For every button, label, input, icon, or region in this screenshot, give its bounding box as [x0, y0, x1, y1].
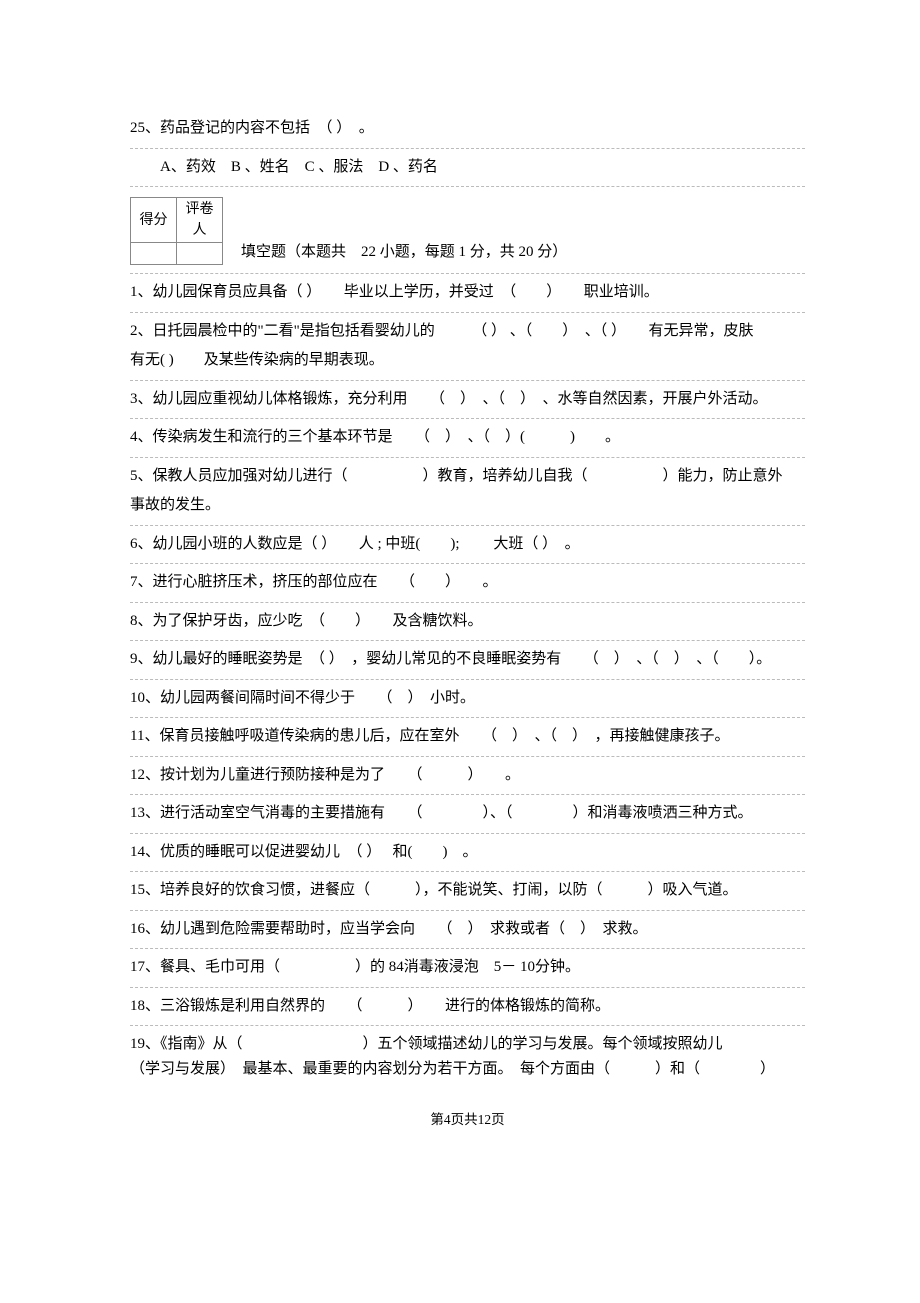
item-text: 6、幼儿园小班的人数应是（ ） 人 ; 中班( ); 大班（ ） 。	[130, 536, 580, 552]
item-text: （学习与发展） 最基本、最重要的内容划分为若干方面。 每个方面由（ ）和（ ）	[130, 1061, 775, 1077]
fill-item-10: 10、幼儿园两餐间隔时间不得少于 （ ） 小时。	[130, 680, 805, 719]
fill-item-2-line2: 有无( ) 及某些传染病的早期表现。	[130, 342, 805, 381]
item-text: 18、三浴锻炼是利用自然界的 （ ） 进行的体格锻炼的简称。	[130, 998, 610, 1014]
fill-item-7: 7、进行心脏挤压术，挤压的部位应在 （ ） 。	[130, 564, 805, 603]
item-text: 有无( ) 及某些传染病的早期表现。	[130, 352, 384, 368]
fill-item-17: 17、餐具、毛巾可用（ ）的 84消毒液浸泡 5－ 10分钟。	[130, 949, 805, 988]
question-25-text: 25、药品登记的内容不包括 （ ） 。	[130, 120, 374, 136]
fill-item-2-line1: 2、日托园晨检中的"二看"是指包括看婴幼儿的 （ ） 、（ ） 、（ ） 有无异…	[130, 313, 805, 343]
item-text: 1、幼儿园保育员应具备（ ） 毕业以上学历，并受过 （ ） 职业培训。	[130, 284, 659, 300]
item-text: 9、幼儿最好的睡眠姿势是 （ ） ，婴幼儿常见的不良睡眠姿势有 （ ） 、（ ）…	[130, 651, 771, 667]
fill-item-11: 11、保育员接触呼吸道传染病的患儿后，应在室外 （ ） 、（ ） ，再接触健康孩…	[130, 718, 805, 757]
fill-item-9: 9、幼儿最好的睡眠姿势是 （ ） ，婴幼儿常见的不良睡眠姿势有 （ ） 、（ ）…	[130, 641, 805, 680]
fill-item-18: 18、三浴锻炼是利用自然界的 （ ） 进行的体格锻炼的简称。	[130, 988, 805, 1027]
section-header-fill-blank: 得分 评卷人 填空题（本题共 22 小题，每题 1 分，共 20 分）	[130, 187, 805, 274]
fill-item-19-line1: 19、《指南》从（ ）五个领域描述幼儿的学习与发展。每个领域按照幼儿	[130, 1026, 805, 1056]
item-text: 7、进行心脏挤压术，挤压的部位应在 （ ） 。	[130, 574, 498, 590]
question-25-options: A、药效 B 、姓名 C 、服法 D 、药名	[130, 149, 805, 188]
fill-item-4: 4、传染病发生和流行的三个基本环节是 （ ） 、（ ）( ) 。	[130, 419, 805, 458]
item-text: 10、幼儿园两餐间隔时间不得少于 （ ） 小时。	[130, 690, 475, 706]
fill-item-16: 16、幼儿遇到危险需要帮助时，应当学会向 （ ） 求救或者（ ） 求救。	[130, 911, 805, 950]
item-text: 4、传染病发生和流行的三个基本环节是 （ ） 、（ ）( ) 。	[130, 429, 620, 445]
fill-item-5-line1: 5、保教人员应加强对幼儿进行（ ）教育，培养幼儿自我（ ）能力，防止意外	[130, 458, 805, 488]
score-cell-grader	[177, 243, 223, 265]
item-text: 15、培养良好的饮食习惯，进餐应（ ），不能说笑、打闹，以防（ ）吸入气道。	[130, 882, 738, 898]
item-text: 事故的发生。	[130, 497, 220, 513]
item-text: 8、为了保护牙齿，应少吃 （ ） 及含糖饮料。	[130, 613, 483, 629]
fill-item-12: 12、按计划为儿童进行预防接种是为了 （ ） 。	[130, 757, 805, 796]
question-25-options-text: A、药效 B 、姓名 C 、服法 D 、药名	[160, 159, 438, 175]
fill-item-1: 1、幼儿园保育员应具备（ ） 毕业以上学历，并受过 （ ） 职业培训。	[130, 274, 805, 313]
score-header-score: 得分	[131, 198, 177, 243]
fill-item-5-line2: 事故的发生。	[130, 487, 805, 526]
fill-item-8: 8、为了保护牙齿，应少吃 （ ） 及含糖饮料。	[130, 603, 805, 642]
fill-item-3: 3、幼儿园应重视幼儿体格锻炼，充分利用 （ ） 、（ ） 、水等自然因素，开展户…	[130, 381, 805, 420]
item-text: 17、餐具、毛巾可用（ ）的 84消毒液浸泡 5－ 10分钟。	[130, 959, 580, 975]
score-header-grader: 评卷人	[177, 198, 223, 243]
score-table: 得分 评卷人	[130, 197, 223, 265]
section-title: 填空题（本题共 22 小题，每题 1 分，共 20 分）	[241, 241, 567, 266]
item-text: 2、日托园晨检中的"二看"是指包括看婴幼儿的 （ ） 、（ ） 、（ ） 有无异…	[130, 323, 754, 339]
item-text: 13、进行活动室空气消毒的主要措施有 （ ）、（ ）和消毒液喷洒三种方式。	[130, 805, 753, 821]
fill-item-15: 15、培养良好的饮食习惯，进餐应（ ），不能说笑、打闹，以防（ ）吸入气道。	[130, 872, 805, 911]
item-text: 11、保育员接触呼吸道传染病的患儿后，应在室外 （ ） 、（ ） ，再接触健康孩…	[130, 728, 729, 744]
question-25: 25、药品登记的内容不包括 （ ） 。	[130, 110, 805, 149]
page-footer: 第4页共12页	[130, 1110, 805, 1130]
item-text: 14、优质的睡眠可以促进婴幼儿 （ ） 和( ) 。	[130, 844, 478, 860]
item-text: 16、幼儿遇到危险需要帮助时，应当学会向 （ ） 求救或者（ ） 求救。	[130, 921, 648, 937]
item-text: 12、按计划为儿童进行预防接种是为了 （ ） 。	[130, 767, 520, 783]
score-cell-score	[131, 243, 177, 265]
fill-item-6: 6、幼儿园小班的人数应是（ ） 人 ; 中班( ); 大班（ ） 。	[130, 526, 805, 565]
item-text: 19、《指南》从（ ）五个领域描述幼儿的学习与发展。每个领域按照幼儿	[130, 1036, 723, 1052]
fill-item-13: 13、进行活动室空气消毒的主要措施有 （ ）、（ ）和消毒液喷洒三种方式。	[130, 795, 805, 834]
fill-item-14: 14、优质的睡眠可以促进婴幼儿 （ ） 和( ) 。	[130, 834, 805, 873]
item-text: 3、幼儿园应重视幼儿体格锻炼，充分利用 （ ） 、（ ） 、水等自然因素，开展户…	[130, 391, 768, 407]
item-text: 5、保教人员应加强对幼儿进行（ ）教育，培养幼儿自我（ ）能力，防止意外	[130, 468, 783, 484]
fill-item-19-line2: （学习与发展） 最基本、最重要的内容划分为若干方面。 每个方面由（ ）和（ ）	[130, 1056, 805, 1081]
